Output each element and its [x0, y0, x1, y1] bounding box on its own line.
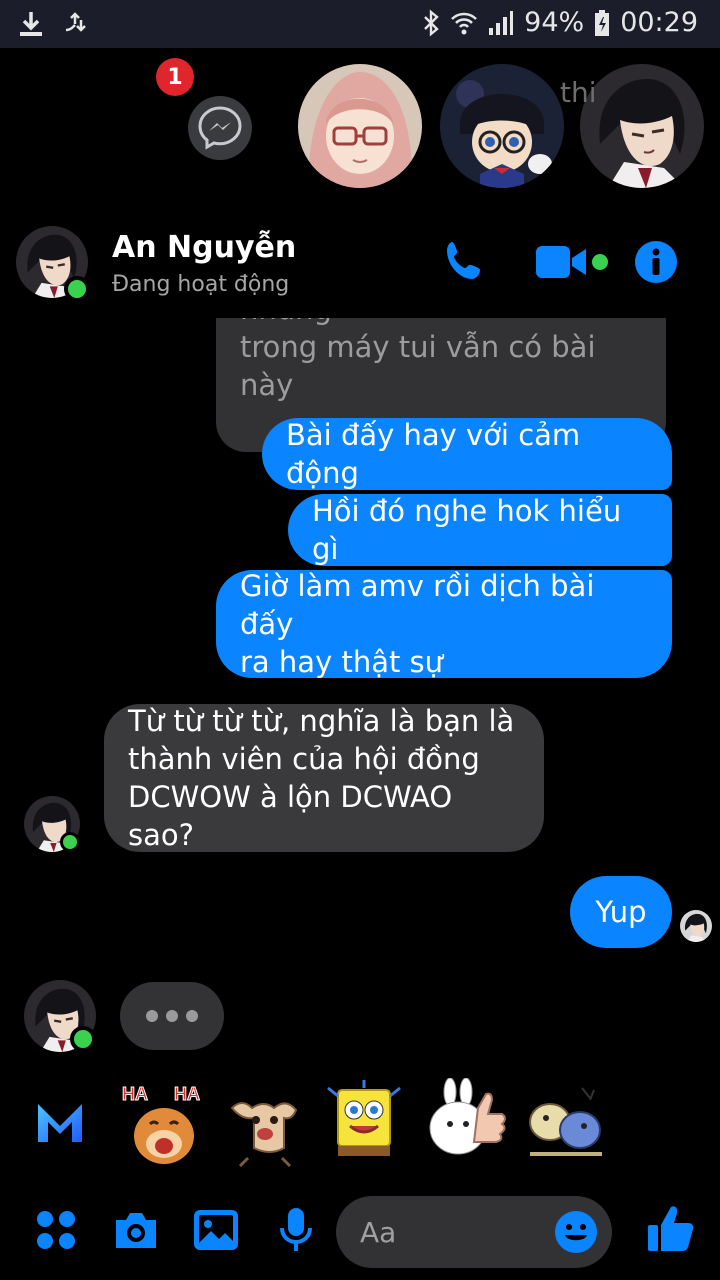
more-actions-button[interactable] — [32, 1206, 80, 1254]
typing-dot — [146, 1010, 158, 1022]
ha-ha-dog-sticker[interactable]: HA HA — [118, 1078, 210, 1170]
voice-call-button[interactable] — [440, 238, 488, 290]
partial-text: thi — [560, 76, 597, 109]
contact-name: An Nguyễn — [112, 230, 297, 265]
gallery-button[interactable] — [192, 1206, 240, 1254]
messenger-chat-head[interactable] — [188, 96, 252, 160]
message-line: Từ từ từ từ, nghĩa là bạn là — [128, 704, 515, 738]
thumbs-up-icon — [648, 1206, 694, 1251]
message-list[interactable]: xem movie 6 bao giờ nhưng trong máy tui … — [0, 318, 720, 1068]
message-text: Hồi đó nghe hok hiểu gì — [312, 494, 622, 566]
message-line: xem movie 6 bao giờ nhưng — [240, 318, 642, 328]
info-button[interactable] — [634, 240, 678, 288]
camera-button[interactable] — [112, 1206, 160, 1254]
clock: 00:29 — [620, 7, 698, 38]
composer-bar — [0, 1188, 720, 1280]
assistant-m-button[interactable] — [28, 1088, 92, 1152]
phone-icon — [447, 242, 480, 279]
message-line: ra hay thật sự — [240, 645, 444, 679]
sticker-suggestions: HA HA — [0, 1077, 720, 1178]
an-nguyen-avatar — [680, 910, 712, 942]
microphone-icon — [280, 1208, 312, 1251]
online-indicator — [64, 276, 90, 302]
chat-head-anime-girl[interactable] — [298, 64, 422, 188]
read-receipt-avatar — [680, 910, 712, 942]
messenger-icon — [198, 106, 242, 150]
battery-percent: 94% — [524, 7, 585, 38]
info-icon — [635, 241, 677, 283]
svg-text:HA: HA — [174, 1084, 200, 1104]
online-indicator — [60, 832, 80, 852]
download-icon — [18, 10, 44, 38]
signal-icon — [488, 10, 514, 36]
anime-girl-avatar — [298, 64, 422, 188]
online-indicator — [70, 1026, 96, 1052]
conversation-header: An Nguyễn Đang hoạt động — [0, 210, 720, 310]
m-assistant-icon — [38, 1104, 82, 1142]
message-bubble-outgoing[interactable]: Yup — [570, 876, 672, 948]
battery-icon — [594, 9, 610, 37]
message-line: DCWOW à lộn DCWAO sao? — [128, 780, 453, 852]
an-nguyen-avatar — [580, 64, 704, 188]
voice-record-button[interactable] — [272, 1206, 320, 1254]
message-line: thành viên của hội đồng — [128, 742, 480, 776]
bunny-thumbs-up-sticker[interactable] — [420, 1077, 512, 1170]
typing-dot — [186, 1010, 198, 1022]
message-bubble-outgoing[interactable]: Giờ làm amv rồi dịch bài đấy ra hay thật… — [216, 569, 672, 679]
message-bubble-incoming[interactable]: Từ từ từ từ, nghĩa là bạn là thành viên … — [104, 704, 544, 852]
active-status: Đang hoạt động — [112, 272, 290, 297]
video-camera-icon — [536, 246, 608, 278]
spongebob-sticker[interactable] — [318, 1078, 410, 1170]
message-line: trong máy tui vẫn có bài này — [240, 330, 596, 402]
image-icon — [194, 1210, 238, 1250]
emoji-button[interactable] — [554, 1210, 598, 1254]
smiley-icon — [555, 1211, 597, 1253]
wifi-icon — [450, 10, 478, 36]
four-dots-icon — [37, 1211, 75, 1249]
status-bar: 94% 00:29 — [0, 0, 720, 48]
dancing-dog-sticker[interactable] — [218, 1078, 310, 1170]
message-input[interactable] — [360, 1210, 560, 1254]
birds-sticker[interactable] — [520, 1078, 612, 1170]
message-text: Bài đấy hay với cảm động — [286, 418, 581, 490]
like-button[interactable] — [644, 1200, 696, 1256]
typing-dot — [166, 1010, 178, 1022]
message-line: Giờ làm amv rồi dịch bài đấy — [240, 569, 595, 641]
message-text: Yup — [595, 895, 647, 929]
message-bubble-outgoing[interactable]: Hồi đó nghe hok hiểu gì — [288, 494, 672, 566]
detective-avatar — [440, 64, 564, 188]
chat-head-an-nguyen[interactable] — [580, 64, 704, 188]
typing-indicator — [120, 982, 224, 1050]
video-call-button[interactable] — [536, 242, 612, 286]
message-bubble-outgoing[interactable]: Bài đấy hay với cảm động — [262, 418, 672, 490]
message-input-container[interactable] — [336, 1196, 612, 1268]
unread-badge: 1 — [156, 58, 194, 96]
svg-text:HA: HA — [122, 1084, 148, 1104]
bluetooth-icon — [422, 8, 440, 37]
camera-icon — [116, 1213, 156, 1248]
transfer-icon — [62, 10, 88, 38]
chat-head-detective[interactable] — [440, 64, 564, 188]
